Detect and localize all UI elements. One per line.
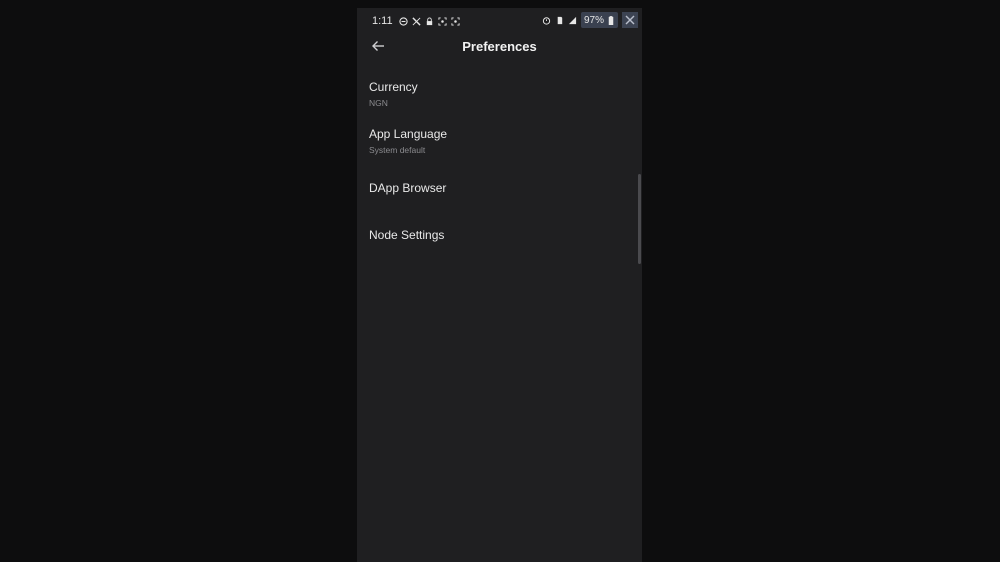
preference-label: Currency	[369, 80, 418, 94]
page-title: Preferences	[462, 39, 537, 54]
screen-background: 1:11 97% Preferences Currency NGN App La…	[0, 0, 1000, 562]
battery-percent: 97%	[583, 14, 604, 26]
status-time: 1:11	[372, 15, 393, 27]
lock-icon	[425, 16, 434, 26]
preference-item-node-settings[interactable]: Node Settings	[357, 221, 642, 261]
battery-indicator: 97%	[580, 12, 618, 28]
preference-label: Node Settings	[369, 228, 445, 242]
battery-icon	[606, 15, 615, 25]
sim-icon	[555, 16, 564, 25]
app-header: Preferences	[357, 34, 642, 62]
screenshot-icon	[438, 16, 447, 26]
preference-item-app-language[interactable]: App Language System default	[357, 119, 642, 159]
close-icon	[625, 15, 635, 25]
preference-item-currency[interactable]: Currency NGN	[357, 72, 642, 112]
scrollbar[interactable]	[638, 174, 641, 264]
x-logo-icon	[411, 16, 421, 26]
alarm-icon	[542, 16, 551, 25]
phone-screen: 1:11 97% Preferences Currency NGN App La…	[357, 8, 642, 562]
status-bar: 1:11 97%	[357, 8, 642, 34]
preference-item-dapp-browser[interactable]: DApp Browser	[357, 173, 642, 213]
signal-icon	[568, 16, 577, 25]
overlay-close-button[interactable]	[622, 12, 638, 28]
preference-value: System default	[369, 145, 426, 155]
do-not-disturb-icon	[398, 16, 408, 26]
preference-value: NGN	[369, 98, 388, 108]
screenshot-icon	[451, 16, 460, 26]
status-right: 97%	[542, 12, 638, 28]
status-left: 1:11	[372, 15, 460, 27]
preference-label: DApp Browser	[369, 181, 447, 195]
preference-label: App Language	[369, 127, 448, 141]
